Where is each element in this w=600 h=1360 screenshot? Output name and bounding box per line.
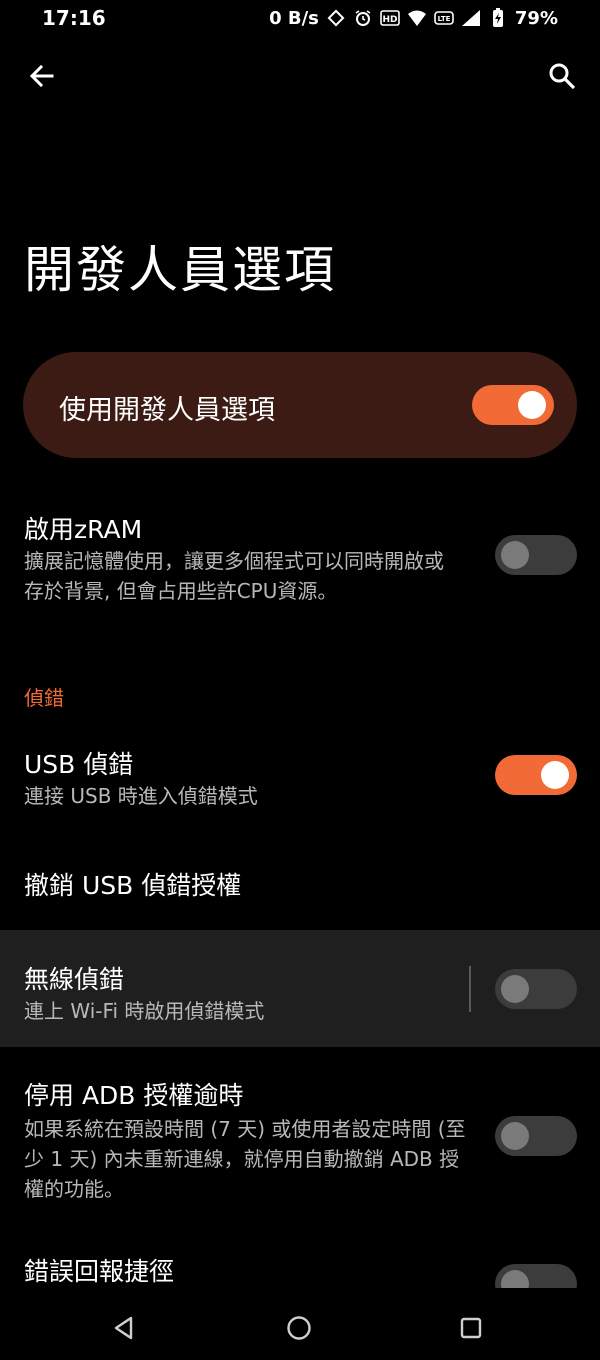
adb-timeout-title: 停用 ADB 授權逾時 xyxy=(24,1081,244,1110)
hd-icon: HD xyxy=(380,8,400,28)
wifi-icon xyxy=(407,8,427,28)
adb-timeout-subtitle-line2: 少 1 天) 內未重新連線，就停用自動撤銷 ADB 授 xyxy=(24,1147,460,1171)
bug-report-toggle[interactable] xyxy=(495,1264,577,1290)
setting-row-zram[interactable]: 啟用zRAM 擴展記憶體使用，讓更多個程式可以同時開啟或 存於背景, 但會占用些… xyxy=(0,500,600,620)
zram-toggle[interactable] xyxy=(495,535,577,575)
net-speed: 0 B/s xyxy=(269,7,319,29)
nav-back-icon xyxy=(114,1316,133,1340)
setting-row-revoke-usb[interactable]: 撤銷 USB 偵錯授權 xyxy=(0,848,600,918)
nav-back-button[interactable] xyxy=(104,1308,144,1348)
toggle-thumb xyxy=(501,541,529,569)
adb-timeout-subtitle-line1: 如果系統在預設時間 (7 天) 或使用者設定時間 (至 xyxy=(24,1117,466,1141)
usb-debug-subtitle: 連接 USB 時進入偵錯模式 xyxy=(24,784,258,808)
battery-percent: 79% xyxy=(514,7,558,29)
toggle-thumb xyxy=(541,761,569,789)
master-switch-label: 使用開發人員選項 xyxy=(59,395,275,426)
section-header-debug: 偵錯 xyxy=(24,686,64,710)
toggle-thumb xyxy=(501,1122,529,1150)
usb-debug-title: USB 偵錯 xyxy=(24,750,134,779)
rotate-icon xyxy=(326,8,346,28)
status-bar: 17:16 0 B/s HD LTE 79% xyxy=(0,0,600,36)
status-time: 17:16 xyxy=(42,6,106,30)
wireless-debug-subtitle: 連上 Wi-Fi 時啟用偵錯模式 xyxy=(24,999,265,1023)
alarm-icon xyxy=(353,8,373,28)
search-icon xyxy=(549,63,576,90)
setting-row-usb-debug[interactable]: USB 偵錯 連接 USB 時進入偵錯模式 xyxy=(0,735,600,825)
adb-timeout-subtitle-line3: 權的功能。 xyxy=(24,1177,124,1201)
battery-charging-icon xyxy=(488,8,508,28)
row-divider xyxy=(469,966,471,1012)
zram-subtitle-line2: 存於背景, 但會占用些許CPU資源。 xyxy=(24,579,338,603)
status-icons: 0 B/s HD LTE 79% xyxy=(269,8,558,29)
page-title: 開發人員選項 xyxy=(24,241,336,299)
master-toggle[interactable] xyxy=(472,385,554,425)
nav-recents-button[interactable] xyxy=(451,1308,491,1348)
nav-recents-icon xyxy=(460,1317,482,1339)
toggle-thumb xyxy=(501,975,529,1003)
bug-report-title: 錯誤回報捷徑 xyxy=(24,1257,175,1286)
nav-home-icon xyxy=(287,1316,311,1340)
arrow-left-icon xyxy=(29,64,54,88)
wireless-debug-title: 無線偵錯 xyxy=(24,965,125,994)
setting-row-adb-timeout[interactable]: 停用 ADB 授權逾時 如果系統在預設時間 (7 天) 或使用者設定時間 (至 … xyxy=(0,1066,600,1206)
toggle-thumb xyxy=(501,1270,529,1290)
signal-icon xyxy=(461,8,481,28)
svg-text:HD: HD xyxy=(382,15,397,25)
nav-home-button[interactable] xyxy=(279,1308,319,1348)
setting-row-wireless-debug[interactable]: 無線偵錯 連上 Wi-Fi 時啟用偵錯模式 xyxy=(0,950,600,1040)
volte-icon: LTE xyxy=(434,8,454,28)
toggle-thumb xyxy=(518,391,546,419)
navigation-bar xyxy=(0,1288,600,1360)
wireless-debug-toggle[interactable] xyxy=(495,969,577,1009)
adb-timeout-toggle[interactable] xyxy=(495,1116,577,1156)
back-button[interactable] xyxy=(22,56,62,96)
revoke-usb-title: 撤銷 USB 偵錯授權 xyxy=(24,871,242,900)
top-app-bar xyxy=(0,52,600,100)
svg-text:LTE: LTE xyxy=(437,15,450,23)
usb-debug-toggle[interactable] xyxy=(495,755,577,795)
zram-subtitle-line1: 擴展記憶體使用，讓更多個程式可以同時開啟或 xyxy=(24,549,444,573)
setting-row-bug-report[interactable]: 錯誤回報捷徑 xyxy=(0,1244,600,1290)
developer-options-master-card[interactable]: 使用開發人員選項 xyxy=(23,352,577,458)
search-button[interactable] xyxy=(542,56,582,96)
zram-title: 啟用zRAM xyxy=(24,515,143,544)
